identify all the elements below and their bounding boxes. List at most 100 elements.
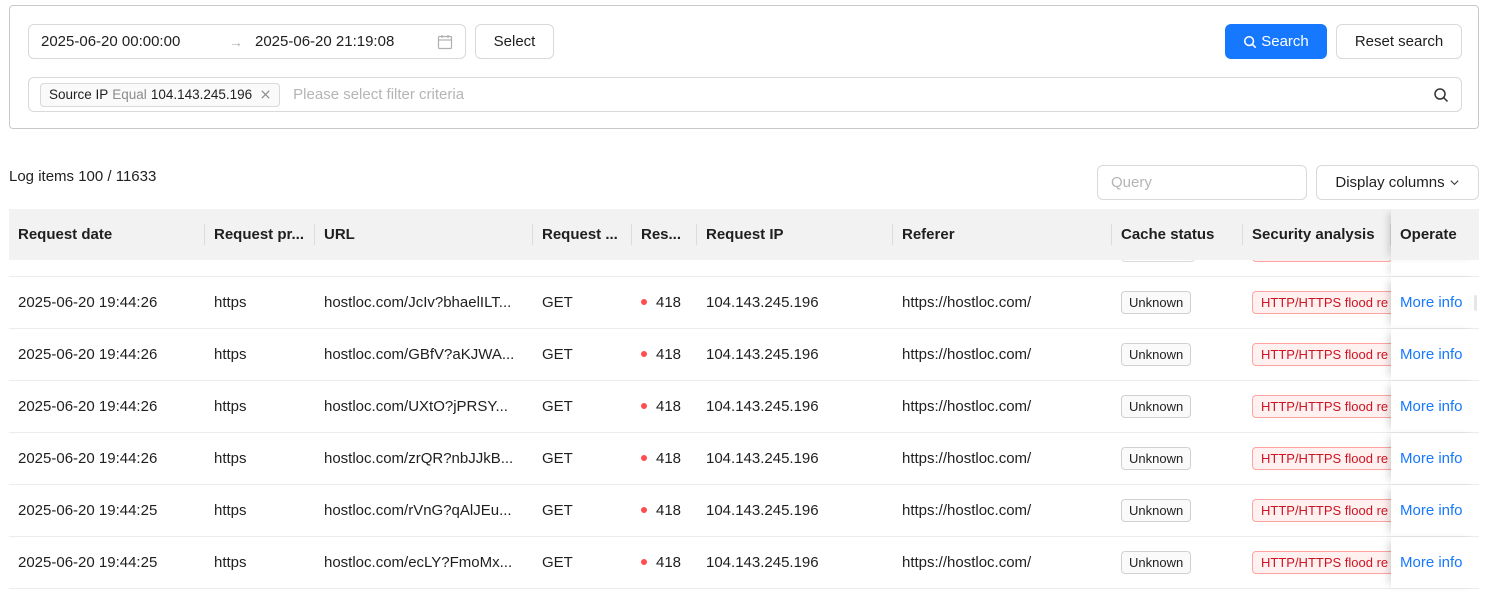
date-range-picker[interactable]: 2025-06-20 00:00:00 → 2025-06-20 21:19:0… [28, 24, 466, 59]
more-info-link[interactable]: More info [1400, 554, 1463, 571]
cell-protocol: https [214, 346, 247, 363]
cell-security-analysis: HTTP/HTTPS flood re [1243, 447, 1391, 470]
column-header-request-date[interactable]: Request date [9, 209, 205, 260]
log-count: Log items 100 / 11633 [9, 168, 157, 185]
cell-response-status: 418 [632, 502, 697, 519]
cell-protocol: https [214, 554, 247, 571]
cell-request-date: 2025-06-20 19:44:26 [18, 450, 158, 467]
table-body: 2025-06-20 19:44:26 https hostloc.com/Jc… [9, 250, 1479, 589]
column-header-referer[interactable]: Referer [893, 209, 1112, 260]
more-info-link[interactable]: More info [1400, 294, 1463, 311]
close-icon[interactable] [260, 89, 271, 100]
table-row[interactable]: 2025-06-20 19:44:26 https hostloc.com/GB… [9, 329, 1479, 381]
cell-protocol: https [214, 450, 247, 467]
filter-criteria-input[interactable]: Source IP Equal 104.143.245.196 Please s… [28, 77, 1462, 112]
table-row[interactable]: 2025-06-20 19:44:26 https hostloc.com/zr… [9, 433, 1479, 485]
cell-request-ip: 104.143.245.196 [706, 554, 819, 571]
status-dot-icon [641, 403, 647, 410]
table-row[interactable]: 2025-06-20 19:44:26 https hostloc.com/Jc… [9, 277, 1479, 329]
cell-referer: https://hostloc.com/ [902, 554, 1032, 571]
cell-request-date: 2025-06-20 19:44:25 [18, 502, 158, 519]
table-row[interactable]: 2025-06-20 19:44:25 https hostloc.com/rV… [9, 485, 1479, 537]
chevron-down-icon [1449, 177, 1460, 188]
column-header-security-analysis[interactable]: Security analysis [1243, 209, 1391, 260]
cell-method: GET [542, 450, 573, 467]
cell-operate: More info [1391, 329, 1479, 380]
range-separator-arrow-icon: → [229, 33, 243, 50]
select-button[interactable]: Select [475, 24, 554, 59]
cell-security-analysis: HTTP/HTTPS flood re [1243, 395, 1391, 418]
cell-cache-status: Unknown [1112, 551, 1243, 574]
column-header-request-protocol[interactable]: Request pr... [205, 209, 315, 260]
cell-method: GET [542, 346, 573, 363]
cell-request-date: 2025-06-20 19:44:26 [18, 346, 158, 363]
column-header-request-ip[interactable]: Request IP [697, 209, 893, 260]
horizontal-scroll-indicator[interactable] [1474, 295, 1477, 311]
cell-response-status: 418 [632, 294, 697, 311]
cell-url: hostloc.com/rVnG?qAlJEu... [324, 502, 512, 519]
cell-operate: More info [1391, 381, 1479, 432]
cell-cache-status: Unknown [1112, 343, 1243, 366]
calendar-icon[interactable] [437, 34, 453, 50]
cell-security-analysis: HTTP/HTTPS flood re [1243, 291, 1391, 314]
status-dot-icon [641, 299, 647, 306]
cell-operate: More info [1391, 537, 1479, 588]
query-input[interactable] [1097, 165, 1307, 200]
cell-cache-status: Unknown [1112, 395, 1243, 418]
search-button[interactable]: Search [1225, 24, 1327, 59]
status-code: 418 [656, 554, 682, 571]
cache-status-badge: Unknown [1121, 551, 1192, 574]
security-analysis-badge: HTTP/HTTPS flood re [1252, 499, 1391, 522]
table-row[interactable]: 2025-06-20 19:44:25 https hostloc.com/ec… [9, 537, 1479, 589]
table-header: Request date Request pr... URL Request .… [9, 209, 1479, 260]
table-row[interactable]: 2025-06-20 19:44:26 https hostloc.com/UX… [9, 381, 1479, 433]
more-info-link[interactable]: More info [1400, 346, 1463, 363]
security-analysis-badge: HTTP/HTTPS flood re [1252, 291, 1391, 314]
cell-protocol: https [214, 502, 247, 519]
filter-placeholder: Please select filter criteria [293, 86, 465, 103]
cell-method: GET [542, 398, 573, 415]
status-code: 418 [656, 398, 682, 415]
security-analysis-badge: HTTP/HTTPS flood re [1252, 447, 1391, 470]
column-header-url[interactable]: URL [315, 209, 533, 260]
cell-cache-status: Unknown [1112, 291, 1243, 314]
cell-response-status: 418 [632, 346, 697, 363]
display-columns-label: Display columns [1335, 174, 1445, 191]
column-header-request-method[interactable]: Request ... [533, 209, 632, 260]
cell-request-date: 2025-06-20 19:44:25 [18, 554, 158, 571]
active-filter-tag: Source IP Equal 104.143.245.196 [40, 82, 281, 107]
cell-response-status: 418 [632, 554, 697, 571]
cell-request-date: 2025-06-20 19:44:26 [18, 398, 158, 415]
cell-url: hostloc.com/zrQR?nbJJkB... [324, 450, 514, 467]
cell-protocol: https [214, 294, 247, 311]
range-start-input[interactable]: 2025-06-20 00:00:00 [41, 33, 229, 50]
cell-request-date: 2025-06-20 19:44:26 [18, 294, 158, 311]
cell-cache-status: Unknown [1112, 499, 1243, 522]
cell-operate: More info [1391, 433, 1479, 484]
more-info-link[interactable]: More info [1400, 502, 1463, 519]
cell-url: hostloc.com/JcIv?bhaelILT... [324, 294, 512, 311]
status-code: 418 [656, 346, 682, 363]
cell-protocol: https [214, 398, 247, 415]
reset-search-button[interactable]: Reset search [1336, 24, 1462, 59]
cell-operate: More info [1391, 277, 1479, 328]
security-analysis-badge: HTTP/HTTPS flood re [1252, 343, 1391, 366]
more-info-link[interactable]: More info [1400, 398, 1463, 415]
search-button-label: Search [1261, 33, 1309, 50]
status-code: 418 [656, 450, 682, 467]
column-header-response-status[interactable]: Res... [632, 209, 697, 260]
cell-method: GET [542, 502, 573, 519]
cell-request-ip: 104.143.245.196 [706, 450, 819, 467]
column-header-cache-status[interactable]: Cache status [1112, 209, 1243, 260]
search-icon[interactable] [1433, 87, 1449, 103]
operate-cell-partial [1391, 260, 1479, 276]
display-columns-button[interactable]: Display columns [1316, 165, 1479, 200]
column-header-operate: Operate [1391, 209, 1479, 260]
status-dot-icon [641, 559, 647, 566]
status-dot-icon [641, 455, 647, 462]
cell-referer: https://hostloc.com/ [902, 294, 1032, 311]
range-end-input[interactable]: 2025-06-20 21:19:08 [255, 33, 437, 50]
cell-security-analysis: HTTP/HTTPS flood re [1243, 551, 1391, 574]
filter-operator: Equal [112, 87, 147, 102]
more-info-link[interactable]: More info [1400, 450, 1463, 467]
